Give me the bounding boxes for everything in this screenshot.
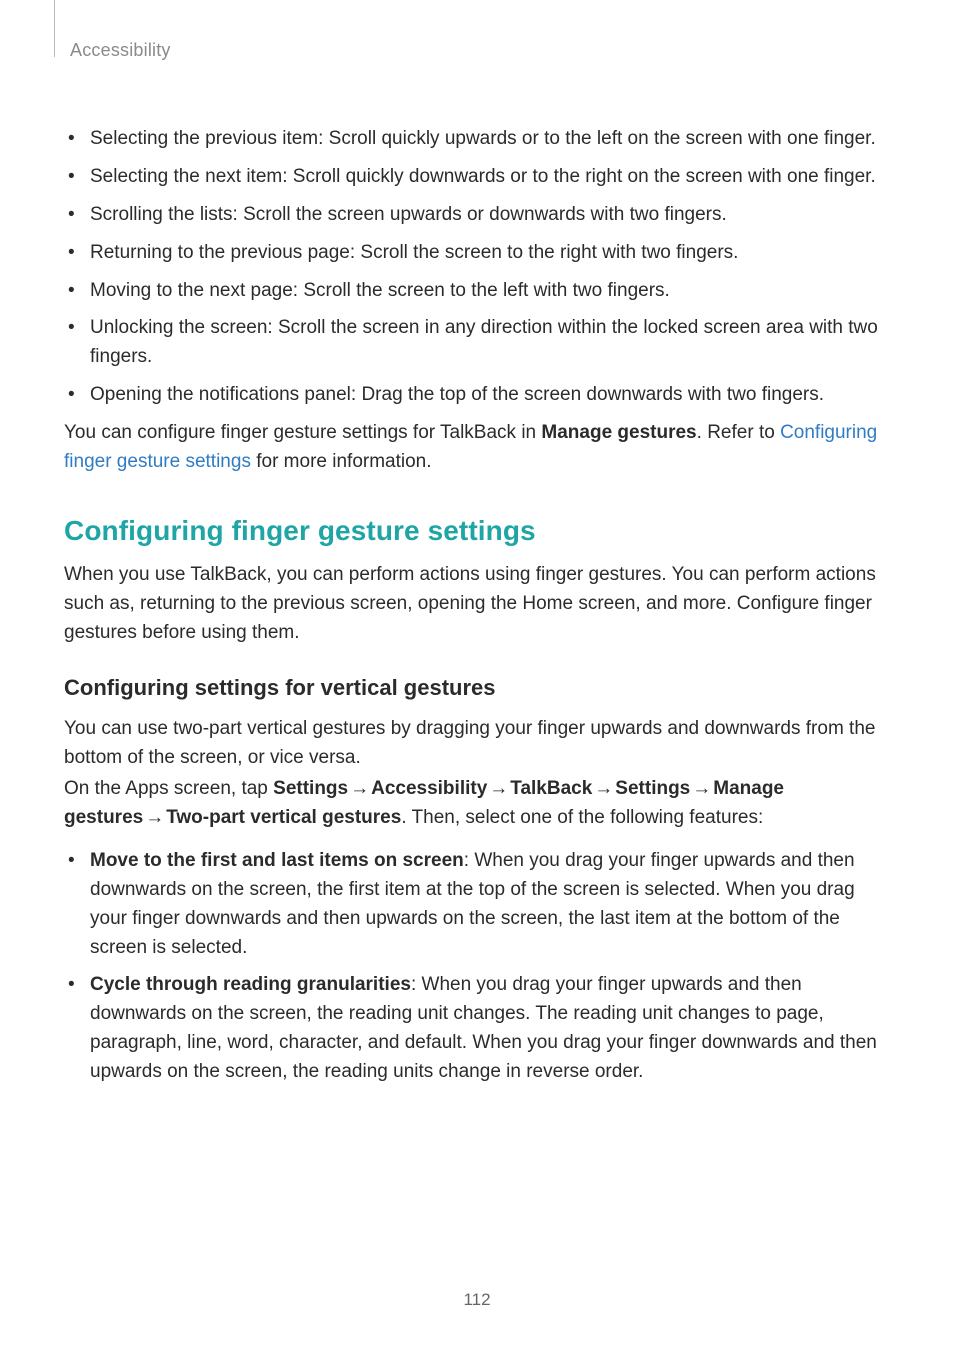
- page-number: 112: [0, 1290, 954, 1310]
- text: You can configure finger gesture setting…: [64, 422, 541, 443]
- list-item: Selecting the previous item: Scroll quic…: [90, 125, 890, 154]
- vertical-gestures-paragraph: You can use two-part vertical gestures b…: [64, 715, 890, 773]
- feature-title: Move to the first and last items on scre…: [90, 850, 464, 871]
- list-item: Scrolling the lists: Scroll the screen u…: [90, 201, 890, 230]
- list-item: Returning to the previous page: Scroll t…: [90, 239, 890, 268]
- navigation-path-paragraph: On the Apps screen, tap Settings→Accessi…: [64, 775, 890, 833]
- arrow-icon: →: [143, 807, 166, 828]
- section-header: Accessibility: [70, 40, 890, 61]
- gesture-list: Selecting the previous item: Scroll quic…: [64, 125, 890, 410]
- nav-settings: Settings: [273, 778, 348, 799]
- list-item: Moving to the next page: Scroll the scre…: [90, 277, 890, 306]
- nav-talkback: TalkBack: [510, 778, 592, 799]
- nav-settings-2: Settings: [615, 778, 690, 799]
- arrow-icon: →: [690, 778, 713, 799]
- arrow-icon: →: [348, 778, 371, 799]
- text: . Refer to: [697, 422, 780, 443]
- text: On the Apps screen, tap: [64, 778, 273, 799]
- feature-list: Move to the first and last items on scre…: [64, 847, 890, 1087]
- heading-configuring-finger-gesture-settings: Configuring finger gesture settings: [64, 515, 890, 547]
- arrow-icon: →: [592, 778, 615, 799]
- list-item: Cycle through reading granularities: Whe…: [90, 971, 890, 1087]
- list-item: Selecting the next item: Scroll quickly …: [90, 163, 890, 192]
- intro-paragraph: When you use TalkBack, you can perform a…: [64, 561, 890, 648]
- list-item: Opening the notifications panel: Drag th…: [90, 381, 890, 410]
- arrow-icon: →: [487, 778, 510, 799]
- feature-title: Cycle through reading granularities: [90, 974, 411, 995]
- header-vertical-rule: [54, 0, 55, 57]
- list-item: Unlocking the screen: Scroll the screen …: [90, 314, 890, 372]
- nav-two-part-vertical: Two-part vertical gestures: [166, 807, 401, 828]
- heading-vertical-gestures: Configuring settings for vertical gestur…: [64, 675, 890, 701]
- nav-accessibility: Accessibility: [371, 778, 487, 799]
- bold-text: Manage gestures: [541, 422, 696, 443]
- text: . Then, select one of the following feat…: [401, 807, 763, 828]
- text: for more information.: [251, 451, 432, 472]
- list-item: Move to the first and last items on scre…: [90, 847, 890, 963]
- postlist-paragraph: You can configure finger gesture setting…: [64, 419, 890, 477]
